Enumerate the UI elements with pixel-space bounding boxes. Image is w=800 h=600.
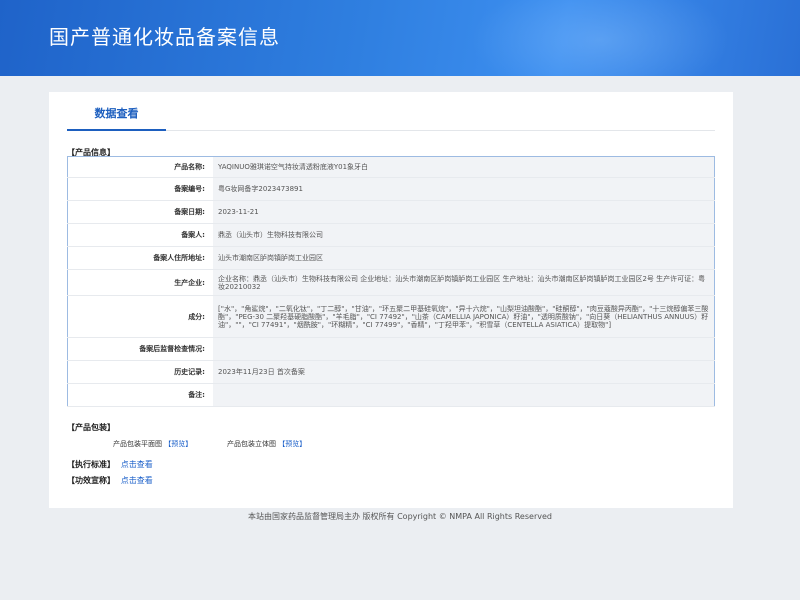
table-row: 备案人住所地址: 汕头市潮南区胪岗镇胪岗工业园区	[67, 246, 715, 270]
record-number-value: 粤G妆网备字2023473891	[213, 177, 715, 201]
product-name-value: YAQINUO雅琪诺空气持妆清透粉底液Y01象牙白	[213, 156, 715, 178]
efficacy-row: 【功效宣称】 点击查看	[67, 475, 153, 486]
row-label: 备案后监督检查情况:	[67, 337, 213, 361]
content-panel: 数据查看 【产品信息】 产品名称: YAQINUO雅琪诺空气持妆清透粉底液Y01…	[49, 92, 733, 508]
table-row: 备案编号: 粤G妆网备字2023473891	[67, 177, 715, 201]
header-banner: 国产普通化妆品备案信息	[0, 0, 800, 76]
table-row: 备案后监督检查情况:	[67, 337, 715, 361]
history-value: 2023年11月23日 首次备案	[213, 360, 715, 384]
table-row: 历史记录: 2023年11月23日 首次备案	[67, 360, 715, 384]
table-row: 备案人: 鼎丞（汕头市）生物科技有限公司	[67, 223, 715, 247]
remarks-value	[213, 383, 715, 407]
row-label: 历史记录:	[67, 360, 213, 384]
efficacy-title: 【功效宣称】	[67, 476, 115, 485]
standard-title: 【执行标准】	[67, 460, 115, 469]
table-row: 成分: ["水"，"角鲨烷"，"二氧化钛"，"丁二醇"，"甘油"，"环五聚二甲基…	[67, 295, 715, 338]
standard-view-link[interactable]: 点击查看	[121, 460, 153, 469]
page-title: 国产普通化妆品备案信息	[49, 25, 280, 49]
row-label: 备案人:	[67, 223, 213, 247]
packaging-flat-row: 产品包装平面图 【预览】	[113, 439, 192, 449]
packaging-title: 【产品包装】	[67, 423, 115, 432]
packaging-flat-preview-link[interactable]: 【预览】	[164, 440, 192, 448]
manufacturer-value: 企业名称：鼎丞（汕头市）生物科技有限公司 企业地址：汕头市潮南区胪岗镇胪岗工业园…	[213, 269, 715, 296]
table-row: 备注:	[67, 383, 715, 407]
row-label: 备注:	[67, 383, 213, 407]
registrant-value: 鼎丞（汕头市）生物科技有限公司	[213, 223, 715, 247]
row-label: 备案人住所地址:	[67, 246, 213, 270]
row-label: 成分:	[67, 295, 213, 338]
tab-bar: 数据查看	[67, 92, 715, 131]
product-info-table: 产品名称: YAQINUO雅琪诺空气持妆清透粉底液Y01象牙白 备案编号: 粤G…	[67, 156, 715, 407]
row-label: 备案编号:	[67, 177, 213, 201]
efficacy-view-link[interactable]: 点击查看	[121, 476, 153, 485]
standard-row: 【执行标准】 点击查看	[67, 459, 153, 470]
footer-copyright: 本站由国家药品监督管理局主办 版权所有 Copyright © NMPA All…	[248, 512, 552, 521]
packaging-solid-label: 产品包装立体图	[227, 440, 276, 448]
row-label: 生产企业:	[67, 269, 213, 296]
table-row: 产品名称: YAQINUO雅琪诺空气持妆清透粉底液Y01象牙白	[67, 156, 715, 178]
table-row: 备案日期: 2023-11-21	[67, 200, 715, 224]
record-date-value: 2023-11-21	[213, 200, 715, 224]
packaging-solid-preview-link[interactable]: 【预览】	[278, 440, 306, 448]
banner-glow	[470, 0, 730, 76]
packaging-solid-row: 产品包装立体图 【预览】	[227, 439, 306, 449]
packaging-flat-label: 产品包装平面图	[113, 440, 162, 448]
registrant-address-value: 汕头市潮南区胪岗镇胪岗工业园区	[213, 246, 715, 270]
supervision-value	[213, 337, 715, 361]
row-label: 备案日期:	[67, 200, 213, 224]
tab-data-view[interactable]: 数据查看	[67, 92, 166, 131]
ingredients-value: ["水"，"角鲨烷"，"二氧化钛"，"丁二醇"，"甘油"，"环五聚二甲基硅氧烷"…	[213, 295, 715, 338]
table-row: 生产企业: 企业名称：鼎丞（汕头市）生物科技有限公司 企业地址：汕头市潮南区胪岗…	[67, 269, 715, 296]
row-label: 产品名称:	[67, 156, 213, 178]
